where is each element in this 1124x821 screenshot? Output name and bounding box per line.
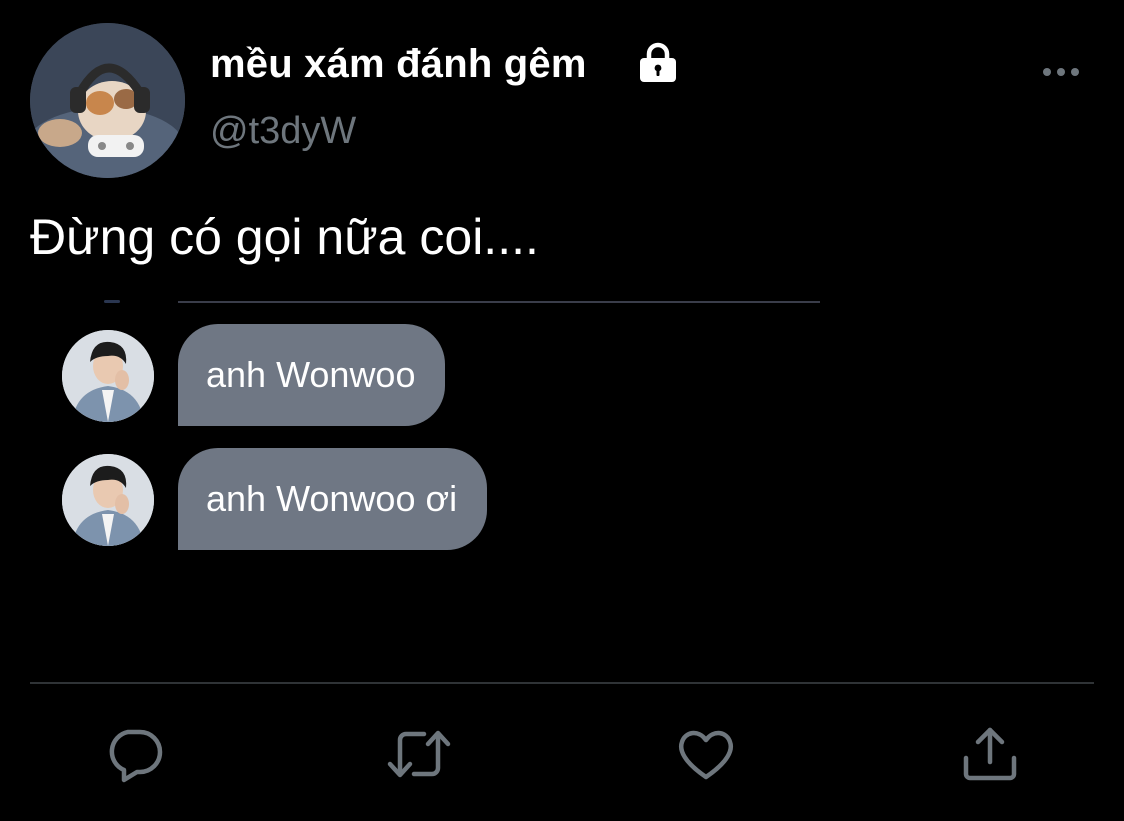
sender-avatar xyxy=(62,454,154,546)
retweet-icon xyxy=(387,730,451,778)
tweet-media-image[interactable]: anh Wonwoo anh Wonwoo ơi xyxy=(30,296,1094,586)
chat-bubble: anh Wonwoo xyxy=(178,324,446,426)
share-icon xyxy=(963,727,1017,781)
chat-bubble: anh Wonwoo ơi xyxy=(178,448,488,550)
retweet-button[interactable] xyxy=(386,724,451,784)
reply-icon xyxy=(109,729,163,783)
chat-message-row: anh Wonwoo ơi xyxy=(62,448,582,552)
display-name[interactable]: mều xám đánh gêm xyxy=(210,42,587,87)
action-divider xyxy=(30,682,1094,684)
share-button[interactable] xyxy=(960,724,1020,784)
reply-button[interactable] xyxy=(104,724,164,784)
sender-avatar xyxy=(62,330,154,422)
cat-avatar-image xyxy=(30,23,185,178)
media-top-mark xyxy=(104,300,120,303)
heart-icon xyxy=(679,730,733,780)
like-button[interactable] xyxy=(676,724,736,784)
user-handle[interactable]: @t3dyW xyxy=(210,110,356,153)
media-top-line xyxy=(178,301,820,303)
tweet-text: Đừng có gọi nữa coi.... xyxy=(30,209,539,265)
more-horizontal-icon[interactable] xyxy=(1040,62,1084,82)
chat-message-row: anh Wonwoo xyxy=(62,324,582,428)
lock-icon xyxy=(636,40,680,84)
author-avatar[interactable] xyxy=(30,23,185,178)
